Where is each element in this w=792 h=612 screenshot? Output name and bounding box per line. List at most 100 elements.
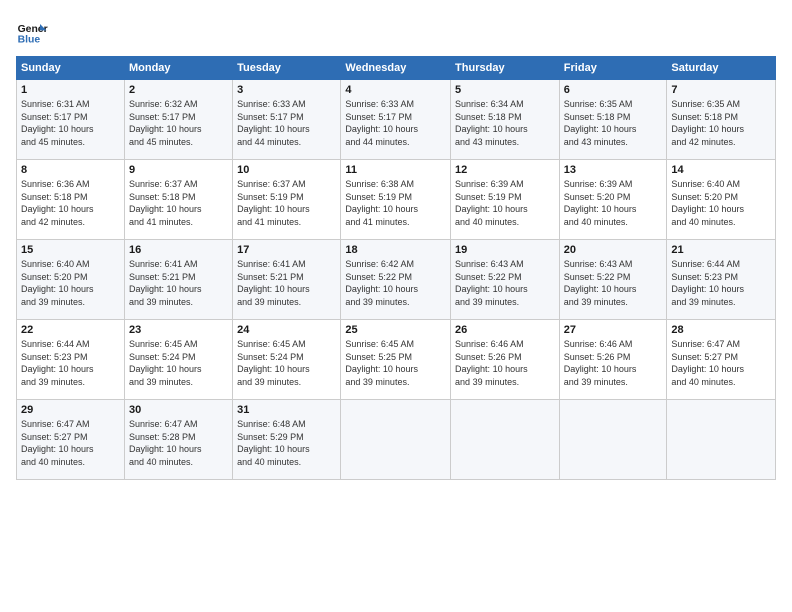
calendar-cell: 3 Sunrise: 6:33 AM Sunset: 5:17 PM Daylig… xyxy=(233,80,341,160)
day-info: Sunrise: 6:33 AM Sunset: 5:17 PM Dayligh… xyxy=(345,98,446,148)
calendar-cell: 26Sunrise: 6:46 AM Sunset: 5:26 PM Dayli… xyxy=(451,320,560,400)
calendar-cell: 9 Sunrise: 6:37 AM Sunset: 5:18 PM Daylig… xyxy=(124,160,232,240)
calendar-cell: 17 Sunrise: 6:41 AM Sunset: 5:21 PM Dayli… xyxy=(233,240,341,320)
day-number: 5 xyxy=(455,84,555,96)
day-info: Sunrise: 6:47 AM Sunset: 5:27 PM Dayligh… xyxy=(21,418,120,468)
day-number: 15 xyxy=(21,244,120,256)
calendar-cell: 20 Sunrise: 6:43 AM Sunset: 5:22 PM Dayli… xyxy=(559,240,667,320)
calendar-cell xyxy=(667,400,776,480)
svg-text:Blue: Blue xyxy=(18,34,41,45)
day-info: Sunrise: 6:45 AM Sunset: 5:24 PM Dayligh… xyxy=(129,338,228,388)
day-info: Sunrise: 6:35 AM Sunset: 5:18 PM Dayligh… xyxy=(671,98,771,148)
calendar-cell: 6 Sunrise: 6:35 AM Sunset: 5:18 PM Daylig… xyxy=(559,80,667,160)
day-number: 9 xyxy=(129,164,228,176)
day-info: Sunrise: 6:33 AM Sunset: 5:17 PM Dayligh… xyxy=(237,98,336,148)
day-number: 14 xyxy=(671,164,771,176)
day-number: 29 xyxy=(21,404,120,416)
day-info: Sunrise: 6:45 AM Sunset: 5:24 PM Dayligh… xyxy=(237,338,336,388)
day-number: 31 xyxy=(237,404,336,416)
day-number: 7 xyxy=(671,84,771,96)
calendar-cell xyxy=(559,400,667,480)
day-info: Sunrise: 6:47 AM Sunset: 5:28 PM Dayligh… xyxy=(129,418,228,468)
logo: General Blue xyxy=(16,16,48,48)
day-info: Sunrise: 6:39 AM Sunset: 5:20 PM Dayligh… xyxy=(564,178,663,228)
day-number: 24 xyxy=(237,324,336,336)
calendar-cell: 18 Sunrise: 6:42 AM Sunset: 5:22 PM Dayli… xyxy=(341,240,451,320)
day-info: Sunrise: 6:40 AM Sunset: 5:20 PM Dayligh… xyxy=(671,178,771,228)
calendar-cell: 21 Sunrise: 6:44 AM Sunset: 5:23 PM Dayli… xyxy=(667,240,776,320)
calendar-cell: 27 Sunrise: 6:46 AM Sunset: 5:26 PM Dayli… xyxy=(559,320,667,400)
calendar-cell: 29 Sunrise: 6:47 AM Sunset: 5:27 PM Dayli… xyxy=(17,400,125,480)
day-info: Sunrise: 6:43 AM Sunset: 5:22 PM Dayligh… xyxy=(564,258,663,308)
day-number: 17 xyxy=(237,244,336,256)
calendar-cell: 4 Sunrise: 6:33 AM Sunset: 5:17 PM Daylig… xyxy=(341,80,451,160)
calendar-cell: 1 Sunrise: 6:31 AM Sunset: 5:17 PM Daylig… xyxy=(17,80,125,160)
calendar-cell: 23Sunrise: 6:45 AM Sunset: 5:24 PM Dayli… xyxy=(124,320,232,400)
calendar-cell: 25 Sunrise: 6:45 AM Sunset: 5:25 PM Dayli… xyxy=(341,320,451,400)
calendar-cell: 2 Sunrise: 6:32 AM Sunset: 5:17 PM Daylig… xyxy=(124,80,232,160)
calendar-cell: 14 Sunrise: 6:40 AM Sunset: 5:20 PM Dayli… xyxy=(667,160,776,240)
day-number: 8 xyxy=(21,164,120,176)
day-number: 28 xyxy=(671,324,771,336)
day-info: Sunrise: 6:34 AM Sunset: 5:18 PM Dayligh… xyxy=(455,98,555,148)
page-header: General Blue xyxy=(16,16,776,48)
day-info: Sunrise: 6:44 AM Sunset: 5:23 PM Dayligh… xyxy=(671,258,771,308)
day-number: 18 xyxy=(345,244,446,256)
day-number: 1 xyxy=(21,84,120,96)
day-info: Sunrise: 6:31 AM Sunset: 5:17 PM Dayligh… xyxy=(21,98,120,148)
day-info: Sunrise: 6:40 AM Sunset: 5:20 PM Dayligh… xyxy=(21,258,120,308)
day-info: Sunrise: 6:44 AM Sunset: 5:23 PM Dayligh… xyxy=(21,338,120,388)
calendar-cell: 16Sunrise: 6:41 AM Sunset: 5:21 PM Dayli… xyxy=(124,240,232,320)
calendar-cell: 19Sunrise: 6:43 AM Sunset: 5:22 PM Dayli… xyxy=(451,240,560,320)
logo-icon: General Blue xyxy=(16,16,48,48)
calendar-cell: 15 Sunrise: 6:40 AM Sunset: 5:20 PM Dayli… xyxy=(17,240,125,320)
day-number: 25 xyxy=(345,324,446,336)
day-info: Sunrise: 6:35 AM Sunset: 5:18 PM Dayligh… xyxy=(564,98,663,148)
day-number: 27 xyxy=(564,324,663,336)
col-header-saturday: Saturday xyxy=(667,57,776,80)
day-number: 19 xyxy=(455,244,555,256)
day-info: Sunrise: 6:45 AM Sunset: 5:25 PM Dayligh… xyxy=(345,338,446,388)
calendar-cell: 11 Sunrise: 6:38 AM Sunset: 5:19 PM Dayli… xyxy=(341,160,451,240)
col-header-tuesday: Tuesday xyxy=(233,57,341,80)
calendar-cell: 24 Sunrise: 6:45 AM Sunset: 5:24 PM Dayli… xyxy=(233,320,341,400)
calendar-table: SundayMondayTuesdayWednesdayThursdayFrid… xyxy=(16,56,776,480)
day-number: 13 xyxy=(564,164,663,176)
col-header-monday: Monday xyxy=(124,57,232,80)
col-header-thursday: Thursday xyxy=(451,57,560,80)
day-number: 6 xyxy=(564,84,663,96)
day-number: 11 xyxy=(345,164,446,176)
calendar-cell: 8 Sunrise: 6:36 AM Sunset: 5:18 PM Daylig… xyxy=(17,160,125,240)
day-number: 10 xyxy=(237,164,336,176)
calendar-cell: 31 Sunrise: 6:48 AM Sunset: 5:29 PM Dayli… xyxy=(233,400,341,480)
day-number: 12 xyxy=(455,164,555,176)
col-header-sunday: Sunday xyxy=(17,57,125,80)
day-number: 26 xyxy=(455,324,555,336)
day-number: 2 xyxy=(129,84,228,96)
calendar-cell: 30 Sunrise: 6:47 AM Sunset: 5:28 PM Dayli… xyxy=(124,400,232,480)
calendar-cell: 7 Sunrise: 6:35 AM Sunset: 5:18 PM Daylig… xyxy=(667,80,776,160)
day-info: Sunrise: 6:47 AM Sunset: 5:27 PM Dayligh… xyxy=(671,338,771,388)
day-info: Sunrise: 6:48 AM Sunset: 5:29 PM Dayligh… xyxy=(237,418,336,468)
calendar-cell: 22Sunrise: 6:44 AM Sunset: 5:23 PM Dayli… xyxy=(17,320,125,400)
day-info: Sunrise: 6:37 AM Sunset: 5:19 PM Dayligh… xyxy=(237,178,336,228)
day-info: Sunrise: 6:46 AM Sunset: 5:26 PM Dayligh… xyxy=(564,338,663,388)
calendar-cell: 5 Sunrise: 6:34 AM Sunset: 5:18 PM Daylig… xyxy=(451,80,560,160)
day-info: Sunrise: 6:42 AM Sunset: 5:22 PM Dayligh… xyxy=(345,258,446,308)
calendar-cell: 13 Sunrise: 6:39 AM Sunset: 5:20 PM Dayli… xyxy=(559,160,667,240)
day-number: 16 xyxy=(129,244,228,256)
day-info: Sunrise: 6:36 AM Sunset: 5:18 PM Dayligh… xyxy=(21,178,120,228)
day-number: 3 xyxy=(237,84,336,96)
calendar-cell xyxy=(341,400,451,480)
day-info: Sunrise: 6:37 AM Sunset: 5:18 PM Dayligh… xyxy=(129,178,228,228)
col-header-wednesday: Wednesday xyxy=(341,57,451,80)
day-info: Sunrise: 6:41 AM Sunset: 5:21 PM Dayligh… xyxy=(237,258,336,308)
day-number: 20 xyxy=(564,244,663,256)
day-info: Sunrise: 6:32 AM Sunset: 5:17 PM Dayligh… xyxy=(129,98,228,148)
day-number: 30 xyxy=(129,404,228,416)
col-header-friday: Friday xyxy=(559,57,667,80)
day-number: 21 xyxy=(671,244,771,256)
calendar-cell: 28 Sunrise: 6:47 AM Sunset: 5:27 PM Dayli… xyxy=(667,320,776,400)
day-number: 4 xyxy=(345,84,446,96)
day-info: Sunrise: 6:38 AM Sunset: 5:19 PM Dayligh… xyxy=(345,178,446,228)
